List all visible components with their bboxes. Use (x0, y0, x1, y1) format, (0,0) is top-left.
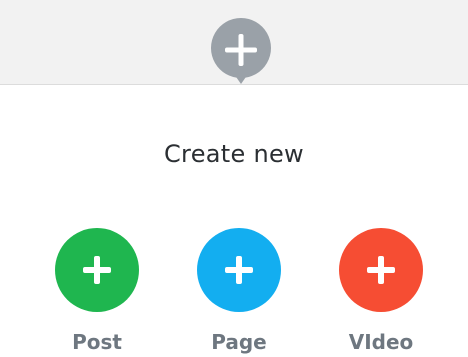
plus-icon (210, 18, 271, 84)
post-circle (55, 228, 139, 312)
create-new-toggle-button[interactable] (207, 16, 275, 84)
page-circle (197, 228, 281, 312)
plus-icon (339, 228, 423, 312)
create-page-button[interactable]: Page (189, 228, 289, 356)
create-post-button[interactable]: Post (47, 228, 147, 356)
create-video-label: VIdeo (348, 330, 414, 354)
plus-icon (197, 228, 281, 312)
create-post-label: Post (72, 330, 122, 354)
create-video-button[interactable]: VIdeo (331, 228, 431, 356)
plus-icon (55, 228, 139, 312)
create-page-label: Page (211, 330, 267, 354)
dialog-title: Create new (164, 140, 304, 168)
video-circle (339, 228, 423, 312)
